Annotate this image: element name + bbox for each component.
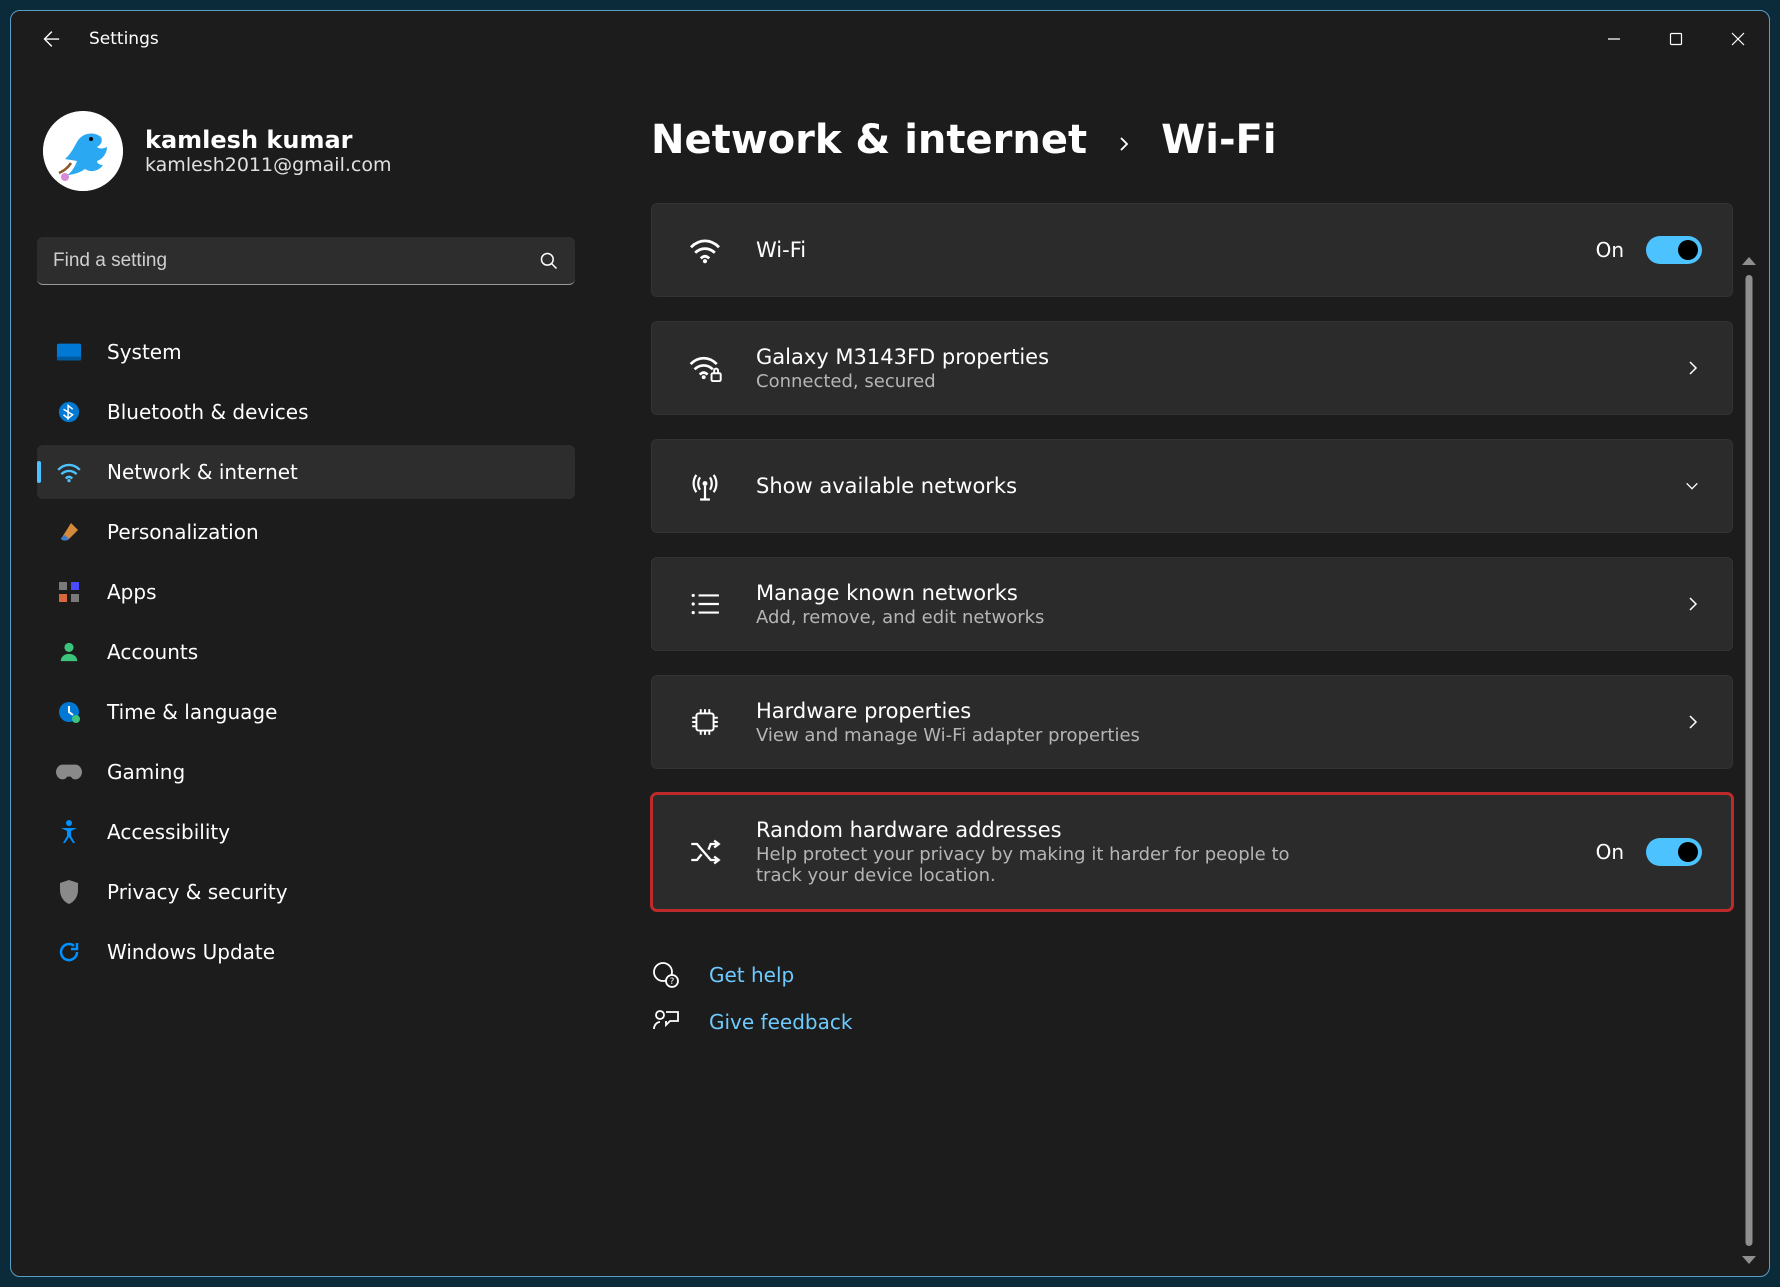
sidebar-item-label: Bluetooth & devices — [107, 400, 309, 424]
gamepad-icon — [55, 758, 83, 786]
sidebar-item-personalization[interactable]: Personalization — [37, 505, 575, 559]
sidebar-item-label: Accounts — [107, 640, 198, 664]
scroll-thumb[interactable] — [1746, 275, 1753, 1246]
list-icon — [688, 592, 722, 616]
card-title: Random hardware addresses — [756, 818, 1562, 842]
scrollbar[interactable] — [1739, 257, 1759, 1264]
get-help-link[interactable]: ? Get help — [651, 961, 1733, 989]
chevron-right-icon — [1684, 595, 1702, 613]
chevron-down-icon — [1682, 478, 1702, 494]
profile-name: kamlesh kumar — [145, 126, 391, 154]
sidebar-item-system[interactable]: System — [37, 325, 575, 379]
sidebar-item-label: Network & internet — [107, 460, 298, 484]
wifi-state-label: On — [1596, 238, 1624, 262]
sidebar-item-apps[interactable]: Apps — [37, 565, 575, 619]
sidebar: kamlesh kumar kamlesh2011@gmail.com Syst… — [11, 67, 601, 1276]
card-title: Hardware properties — [756, 699, 1650, 723]
shield-icon — [55, 878, 83, 906]
wifi-icon — [55, 458, 83, 486]
wifi-icon — [688, 236, 722, 264]
minimize-button[interactable] — [1583, 11, 1645, 67]
sidebar-item-accounts[interactable]: Accounts — [37, 625, 575, 679]
sidebar-item-time[interactable]: Time & language — [37, 685, 575, 739]
sidebar-item-gaming[interactable]: Gaming — [37, 745, 575, 799]
sidebar-item-update[interactable]: Windows Update — [37, 925, 575, 979]
search-box[interactable] — [37, 237, 575, 285]
chevron-right-icon — [1684, 359, 1702, 377]
sidebar-item-accessibility[interactable]: Accessibility — [37, 805, 575, 859]
card-title: Galaxy M3143FD properties — [756, 345, 1650, 369]
card-subtitle: Help protect your privacy by making it h… — [756, 844, 1316, 886]
sidebar-item-label: System — [107, 340, 182, 364]
sidebar-item-label: Windows Update — [107, 940, 275, 964]
wifi-toggle[interactable] — [1646, 236, 1702, 264]
sidebar-item-label: Gaming — [107, 760, 185, 784]
apps-icon — [55, 578, 83, 606]
random-state-label: On — [1596, 840, 1624, 864]
sidebar-item-label: Privacy & security — [107, 880, 288, 904]
search-input[interactable] — [53, 250, 539, 272]
titlebar: Settings — [11, 11, 1769, 67]
card-title: Show available networks — [756, 474, 1648, 498]
nav: System Bluetooth & devices Network & int… — [37, 325, 575, 979]
link-text: Give feedback — [709, 1010, 852, 1034]
system-icon — [55, 338, 83, 366]
help-icon: ? — [651, 961, 681, 989]
search-icon — [539, 251, 559, 271]
network-properties-card[interactable]: Galaxy M3143FD properties Connected, sec… — [651, 321, 1733, 415]
breadcrumb-parent[interactable]: Network & internet — [651, 117, 1087, 163]
back-button[interactable] — [37, 26, 63, 52]
wifi-toggle-card[interactable]: Wi-Fi On — [651, 203, 1733, 297]
chevron-right-icon — [1684, 713, 1702, 731]
sidebar-item-label: Time & language — [107, 700, 277, 724]
sidebar-item-bluetooth[interactable]: Bluetooth & devices — [37, 385, 575, 439]
maximize-button[interactable] — [1645, 11, 1707, 67]
known-networks-card[interactable]: Manage known networks Add, remove, and e… — [651, 557, 1733, 651]
feedback-icon — [651, 1009, 681, 1035]
link-text: Get help — [709, 963, 794, 987]
hardware-properties-card[interactable]: Hardware properties View and manage Wi-F… — [651, 675, 1733, 769]
breadcrumb: Network & internet Wi-Fi — [651, 117, 1733, 163]
antenna-icon — [688, 470, 722, 502]
svg-text:?: ? — [670, 977, 675, 987]
card-subtitle: Connected, secured — [756, 371, 1316, 392]
scroll-up-icon[interactable] — [1742, 257, 1756, 265]
sidebar-item-network[interactable]: Network & internet — [37, 445, 575, 499]
give-feedback-link[interactable]: Give feedback — [651, 1009, 1733, 1035]
wifi-secured-icon — [688, 353, 722, 383]
profile[interactable]: kamlesh kumar kamlesh2011@gmail.com — [37, 111, 575, 191]
card-title: Wi-Fi — [756, 238, 1562, 262]
accessibility-icon — [55, 818, 83, 846]
card-subtitle: Add, remove, and edit networks — [756, 607, 1316, 628]
sidebar-item-label: Accessibility — [107, 820, 230, 844]
random-hardware-toggle[interactable] — [1646, 838, 1702, 866]
sidebar-item-label: Personalization — [107, 520, 259, 544]
profile-email: kamlesh2011@gmail.com — [145, 154, 391, 176]
shuffle-icon — [688, 838, 722, 866]
show-networks-card[interactable]: Show available networks — [651, 439, 1733, 533]
chip-icon — [688, 707, 722, 737]
random-hardware-card[interactable]: Random hardware addresses Help protect y… — [651, 793, 1733, 911]
avatar — [43, 111, 123, 191]
update-icon — [55, 938, 83, 966]
close-button[interactable] — [1707, 11, 1769, 67]
paintbrush-icon — [55, 518, 83, 546]
main-content: Network & internet Wi-Fi Wi-Fi On — [601, 67, 1769, 1276]
chevron-right-icon — [1115, 135, 1133, 153]
sidebar-item-privacy[interactable]: Privacy & security — [37, 865, 575, 919]
card-subtitle: View and manage Wi-Fi adapter properties — [756, 725, 1316, 746]
app-title: Settings — [89, 29, 159, 49]
scroll-down-icon[interactable] — [1742, 1256, 1756, 1264]
card-title: Manage known networks — [756, 581, 1650, 605]
sidebar-item-label: Apps — [107, 580, 157, 604]
clock-icon — [55, 698, 83, 726]
person-icon — [55, 638, 83, 666]
settings-window: Settings — [10, 10, 1770, 1277]
bluetooth-icon — [55, 398, 83, 426]
breadcrumb-current: Wi-Fi — [1161, 117, 1276, 163]
